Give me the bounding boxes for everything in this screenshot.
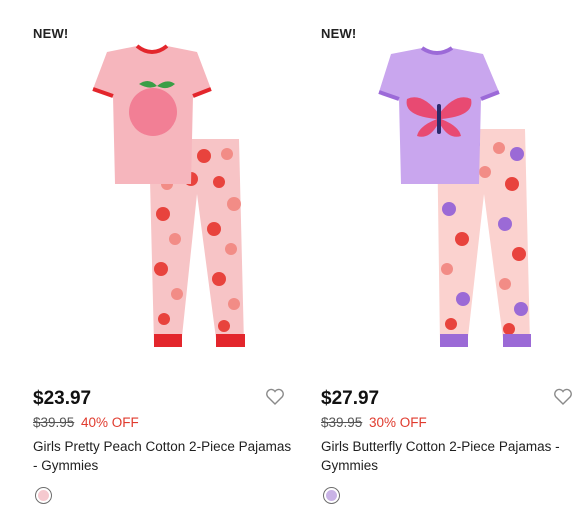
swatch-fill	[38, 490, 49, 501]
product-card: NEW!	[33, 0, 303, 512]
sale-price: $27.97	[321, 388, 380, 409]
product-title-link[interactable]: Girls Pretty Peach Cotton 2-Piece Pajama…	[33, 437, 295, 475]
product-image[interactable]	[79, 44, 249, 364]
heart-outline-icon[interactable]	[265, 388, 285, 406]
product-title-link[interactable]: Girls Butterfly Cotton 2-Piece Pajamas -…	[321, 437, 581, 475]
new-badge: NEW!	[33, 26, 69, 41]
product-card: NEW!	[321, 0, 581, 512]
original-price: $39.95	[33, 415, 75, 430]
color-swatch[interactable]	[35, 487, 52, 504]
sale-price: $23.97	[33, 388, 92, 409]
original-price: $39.95	[321, 415, 363, 430]
discount-label: 40% OFF	[81, 415, 139, 430]
discount-label: 30% OFF	[369, 415, 427, 430]
color-swatch[interactable]	[323, 487, 340, 504]
new-badge: NEW!	[321, 26, 357, 41]
product-image[interactable]	[367, 44, 537, 364]
swatch-fill	[326, 490, 337, 501]
heart-outline-icon[interactable]	[553, 388, 573, 406]
